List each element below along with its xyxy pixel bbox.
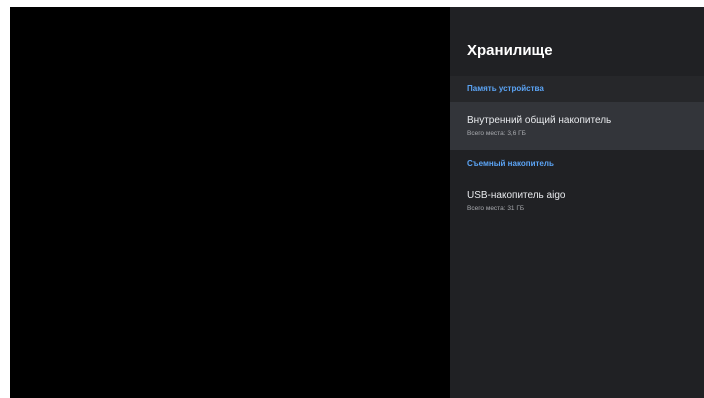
section-header-removable-storage: Съемный накопитель: [467, 159, 554, 168]
usb-storage-subtitle: Всего места: 31 ГБ: [467, 205, 525, 212]
tv-screen: Хранилище Память устройства Внутренний о…: [10, 7, 704, 398]
storage-settings-panel: Хранилище Память устройства Внутренний о…: [450, 7, 704, 398]
section-header-device-storage: Память устройства: [467, 84, 544, 93]
panel-title: Хранилище: [467, 42, 553, 59]
usb-storage-item[interactable]: USB-накопитель aigo Всего места: 31 ГБ: [450, 177, 704, 225]
internal-storage-item[interactable]: Внутренний общий накопитель Всего места:…: [450, 102, 704, 150]
usb-storage-title: USB-накопитель aigo: [467, 190, 566, 201]
internal-storage-title: Внутренний общий накопитель: [467, 115, 612, 126]
internal-storage-subtitle: Всего места: 3,6 ГБ: [467, 130, 526, 137]
panel-header: Хранилище: [450, 7, 704, 76]
